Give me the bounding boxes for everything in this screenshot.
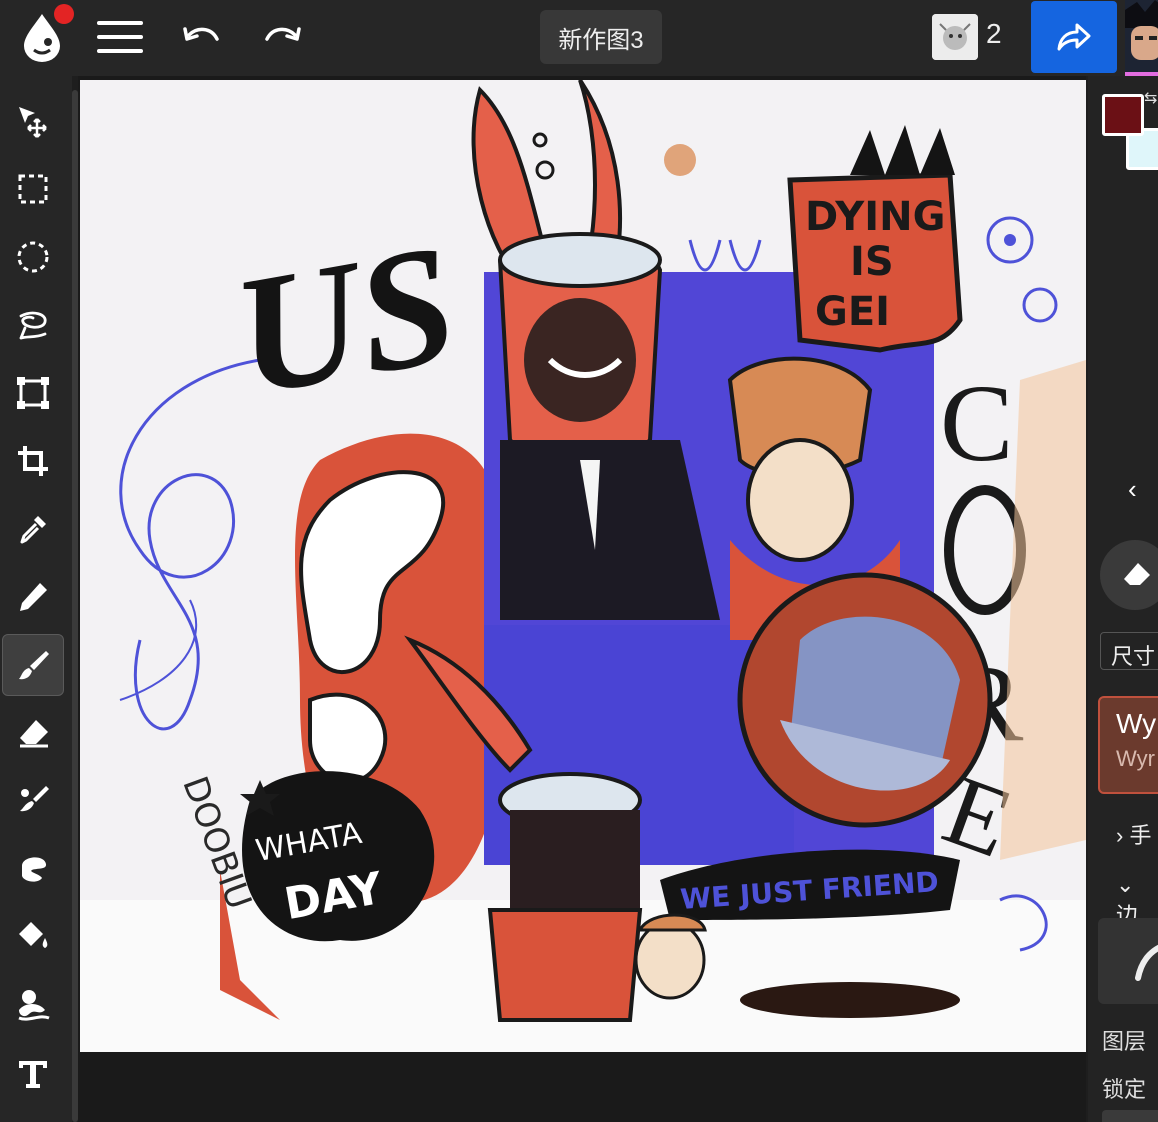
brush-icon [19, 651, 49, 680]
notification-dot [54, 4, 74, 24]
chevron-down-icon: ⌄ [1116, 872, 1135, 897]
rect-select-icon [18, 174, 48, 204]
eyedropper-icon [20, 516, 46, 544]
user-avatar[interactable] [1125, 0, 1158, 76]
crop-tool-button[interactable] [2, 430, 64, 492]
svg-text:GEI: GEI [815, 289, 890, 335]
undo-icon [183, 27, 219, 41]
ellipse-select-tool-button[interactable] [2, 226, 64, 288]
menu-button[interactable] [88, 6, 152, 68]
move-tool-button[interactable] [2, 90, 64, 152]
eraser-icon [1124, 563, 1150, 585]
brush-preset-card[interactable]: Wy Wyr [1098, 696, 1158, 794]
primary-color-swatch[interactable] [1102, 94, 1144, 136]
eraser-icon [20, 720, 48, 748]
eyedropper-tool-button[interactable] [2, 498, 64, 560]
pencil-icon [20, 583, 47, 611]
collapse-chevron-icon[interactable]: ‹ [1128, 474, 1137, 505]
liquify-tool-button[interactable] [2, 974, 64, 1036]
lasso-tool-button[interactable] [2, 294, 64, 356]
collaborator-count: 2 [986, 18, 1002, 49]
pencil-tool-button[interactable] [2, 566, 64, 628]
crop-icon [18, 446, 48, 476]
setting-row-label: 手 [1129, 823, 1152, 848]
canvas-area[interactable]: US DYING IS GEI C R [78, 76, 1086, 1122]
smudge-icon [22, 857, 47, 882]
undo-button[interactable] [170, 6, 234, 68]
svg-text:US: US [222, 209, 469, 432]
lock-label[interactable]: 锁定 [1102, 1072, 1146, 1104]
artwork-illustration: US DYING IS GEI C R [80, 80, 1086, 1052]
svg-text:IS: IS [850, 239, 894, 285]
paint-bucket-icon [19, 922, 48, 948]
brush-name: Wy [1116, 708, 1157, 739]
layers-label[interactable]: 图层 [1102, 1024, 1146, 1056]
share-button[interactable] [1031, 1, 1117, 73]
svg-text:C: C [940, 362, 1013, 484]
blend-tool-button[interactable] [2, 770, 64, 832]
rect-select-tool-button[interactable] [2, 158, 64, 220]
chevron-right-icon: › [1116, 823, 1124, 848]
hamburger-icon [97, 21, 143, 53]
brush-subname: Wyr [1116, 746, 1155, 771]
fill-tool-button[interactable] [2, 906, 64, 968]
text-tool-button[interactable] [2, 1042, 64, 1104]
artwork-canvas[interactable]: US DYING IS GEI C R [80, 80, 1086, 1052]
share-arrow-icon [1057, 23, 1091, 51]
brush-setting-row-collapsed[interactable]: › 手 [1116, 818, 1151, 850]
brush-tool-button[interactable] [2, 634, 64, 696]
layer-item[interactable] [1102, 1110, 1158, 1122]
text-icon [19, 1061, 47, 1088]
left-toolbar [0, 76, 72, 1122]
stroke-preview [1098, 918, 1158, 1004]
document-title[interactable]: 新作图3 [540, 10, 662, 64]
top-bar: 新作图3 2 [0, 0, 1158, 76]
app-logo-icon[interactable] [10, 4, 74, 68]
blend-icon [20, 786, 49, 812]
liquify-icon [18, 990, 50, 1021]
right-panel: ⇆ ‹ 尺寸 Wy Wyr › 手 ⌄ 边 图层 锁定 [1088, 76, 1158, 1122]
transform-icon [17, 377, 49, 409]
transform-tool-button[interactable] [2, 362, 64, 424]
swap-colors-icon[interactable]: ⇆ [1144, 88, 1157, 108]
eraser-tool-button[interactable] [2, 702, 64, 764]
redo-button[interactable] [250, 6, 314, 68]
move-icon [19, 107, 47, 138]
redo-icon [265, 27, 301, 41]
brush-eraser-toggle[interactable] [1100, 540, 1158, 610]
brush-size-label[interactable]: 尺寸 [1100, 632, 1158, 670]
smudge-tool-button[interactable] [2, 838, 64, 900]
collaborator-avatar[interactable] [932, 14, 978, 60]
ellipse-select-icon [17, 241, 49, 273]
svg-text:DYING: DYING [805, 194, 945, 240]
lasso-icon [19, 311, 47, 340]
